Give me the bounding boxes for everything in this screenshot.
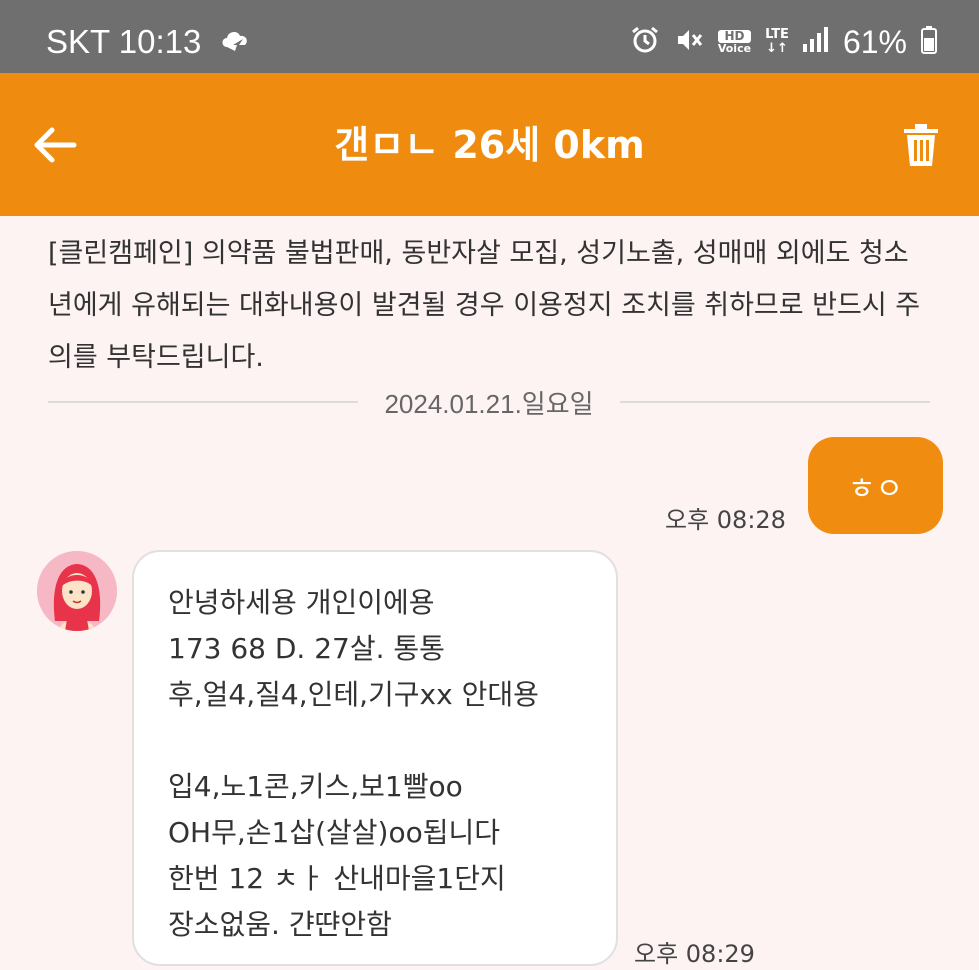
alarm-icon [630, 25, 660, 59]
incoming-message-time: 오후 08:29 [634, 940, 755, 968]
app-bar: 갠ㅁㄴ 26세 0km [0, 73, 979, 216]
delete-button[interactable] [903, 123, 939, 167]
signal-icon [802, 26, 829, 58]
divider-line-left [48, 401, 359, 403]
incoming-message-text: 안녕하세용 개인이에용 173 68 D. 27살. 통통 후,얼4,질4,인테… [168, 586, 539, 941]
lte-icon: LTE ↓↑ [765, 27, 789, 56]
outgoing-message-time: 오후 08:28 [665, 506, 786, 534]
outgoing-message-text: ㅎㅇ [847, 471, 904, 507]
mute-icon [674, 25, 704, 59]
battery-percent: 61% [842, 23, 907, 60]
battery-icon [921, 26, 937, 58]
carrier-time: SKT 10:13 [46, 23, 202, 60]
date-label: 2024.01.21.일요일 [384, 388, 594, 419]
avatar-icon [37, 551, 117, 631]
chat-title: 갠ㅁㄴ 26세 0km [334, 123, 645, 167]
cloud-icon [219, 24, 253, 64]
trash-icon [904, 124, 938, 166]
clean-campaign-notice: [클린캠페인] 의약품 불법판매, 동반자살 모집, 성기노출, 성매매 외에도… [48, 238, 921, 373]
status-bar: SKT 10:13 HD Voice LTE ↓↑ 61% [0, 0, 979, 73]
divider-line-right [619, 401, 930, 403]
status-right: HD Voice LTE ↓↑ 61% [630, 22, 937, 62]
hd-voice-icon: HD Voice [717, 30, 752, 55]
status-left: SKT 10:13 [46, 22, 253, 64]
avatar[interactable] [37, 551, 117, 631]
outgoing-message-bubble[interactable]: ㅎㅇ [808, 437, 943, 534]
incoming-message-bubble[interactable]: 안녕하세용 개인이에용 173 68 D. 27살. 통통 후,얼4,질4,인테… [132, 550, 618, 966]
voice-label: Voice [717, 42, 752, 55]
lte-label: LTE [765, 27, 789, 42]
date-divider: 2024.01.21.일요일 [48, 380, 930, 424]
